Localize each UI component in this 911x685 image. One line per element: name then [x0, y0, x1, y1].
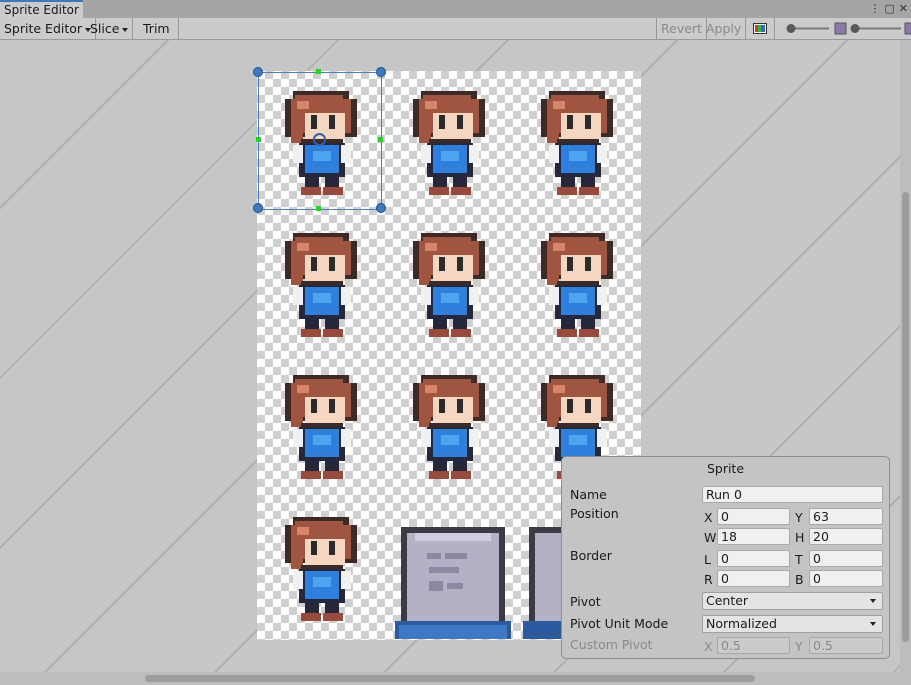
trim-button[interactable]: Trim	[135, 18, 179, 39]
custom-pivot-x-label: X	[704, 639, 713, 654]
sprite-cell[interactable]	[385, 497, 513, 639]
sprite-cell[interactable]	[257, 355, 385, 497]
border-label: Border	[570, 548, 612, 563]
h-label: H	[795, 530, 805, 545]
editor-mode-label: Sprite Editor	[4, 21, 83, 36]
t-label: T	[795, 552, 803, 567]
r-label: R	[704, 572, 713, 587]
color-channel-toggle[interactable]	[745, 18, 775, 39]
slice-label: Slice	[90, 21, 120, 36]
window-actions: ⋮ ▢ ✕	[869, 0, 911, 18]
character-sprite	[541, 233, 613, 337]
character-sprite	[413, 375, 485, 479]
pivot-unit-mode-dropdown[interactable]: Normalized	[702, 615, 883, 633]
toolbar: Sprite Editor Slice Trim Revert Apply	[0, 18, 911, 40]
more-options-icon[interactable]: ⋮	[869, 0, 880, 18]
panel-title: Sprite	[706, 461, 745, 476]
b-label: B	[795, 572, 804, 587]
sprite-cell[interactable]	[513, 71, 641, 213]
character-sprite	[413, 91, 485, 195]
sprite-properties-panel: Sprite Name Run 0 Position X 0 Y 63 W 18…	[561, 456, 890, 659]
revert-button[interactable]: Revert	[656, 18, 707, 39]
y-field[interactable]: 63	[809, 508, 883, 525]
trim-label: Trim	[143, 21, 170, 36]
b-field[interactable]: 0	[809, 570, 883, 587]
y-label: Y	[795, 510, 803, 525]
resize-handle-bottom-right[interactable]	[376, 203, 386, 213]
x-field[interactable]: 0	[717, 508, 790, 525]
l-field[interactable]: 0	[717, 550, 790, 567]
maximize-icon[interactable]: ▢	[884, 0, 894, 18]
chevron-down-icon	[122, 27, 129, 32]
position-label: Position	[570, 506, 619, 521]
name-label: Name	[570, 487, 607, 502]
character-sprite	[285, 375, 357, 479]
custom-pivot-x-field[interactable]: 0.5	[717, 637, 790, 654]
revert-label: Revert	[661, 21, 702, 36]
close-icon[interactable]: ✕	[899, 0, 908, 18]
apply-label: Apply	[706, 21, 742, 36]
zoom-slider[interactable]	[781, 18, 911, 39]
pivot-value: Center	[706, 593, 749, 608]
h-field[interactable]: 20	[809, 528, 883, 545]
custom-pivot-y-label: Y	[795, 639, 803, 654]
sprite-cell[interactable]	[385, 355, 513, 497]
pivot-dropdown[interactable]: Center	[702, 592, 883, 610]
sprite-cell[interactable]	[513, 213, 641, 355]
character-sprite	[541, 91, 613, 195]
resize-handle-right[interactable]	[378, 137, 383, 142]
sprite-cell[interactable]	[257, 497, 385, 639]
sprite-cell[interactable]	[385, 71, 513, 213]
name-field[interactable]: Run 0	[702, 486, 883, 503]
color-channel-icon	[753, 23, 767, 34]
gravestone-sprite	[395, 527, 511, 639]
t-field[interactable]: 0	[809, 550, 883, 567]
resize-handle-top[interactable]	[316, 69, 321, 74]
custom-pivot-y-field[interactable]: 0.5	[809, 637, 883, 654]
resize-handle-bottom[interactable]	[316, 206, 321, 211]
editor-mode-dropdown[interactable]: Sprite Editor	[0, 18, 97, 39]
character-sprite	[285, 233, 357, 337]
custom-pivot-label: Custom Pivot	[570, 637, 653, 652]
r-field[interactable]: 0	[717, 570, 790, 587]
slice-dropdown[interactable]: Slice	[86, 18, 134, 39]
pivot-unit-mode-label: Pivot Unit Mode	[570, 616, 669, 631]
horizontal-scroll-thumb[interactable]	[145, 675, 755, 682]
resize-handle-top-left[interactable]	[253, 67, 263, 77]
resize-handle-left[interactable]	[256, 137, 261, 142]
x-label: X	[704, 510, 713, 525]
l-label: L	[704, 552, 711, 567]
sprite-cell[interactable]	[385, 213, 513, 355]
vertical-scroll-thumb[interactable]	[902, 192, 909, 642]
resize-handle-bottom-left[interactable]	[253, 203, 263, 213]
horizontal-scrollbar[interactable]	[0, 672, 911, 685]
chevron-down-icon	[870, 622, 876, 626]
tab-title: Sprite Editor	[4, 3, 79, 17]
character-sprite	[285, 517, 357, 621]
resize-handle-top-right[interactable]	[376, 67, 386, 77]
zoom-controls	[781, 18, 911, 39]
pivot-label: Pivot	[570, 594, 601, 609]
character-sprite	[413, 233, 485, 337]
vertical-scrollbar[interactable]	[900, 40, 911, 672]
sprite-cell[interactable]	[257, 213, 385, 355]
apply-button[interactable]: Apply	[702, 18, 747, 39]
w-field[interactable]: 18	[717, 528, 790, 545]
tab-sprite-editor[interactable]: Sprite Editor	[0, 0, 83, 18]
tab-bar: Sprite Editor ⋮ ▢ ✕	[0, 0, 911, 18]
pivot-handle[interactable]	[313, 133, 326, 146]
chevron-down-icon	[870, 599, 876, 603]
pivot-unit-mode-value: Normalized	[706, 616, 777, 631]
w-label: W	[704, 530, 717, 545]
